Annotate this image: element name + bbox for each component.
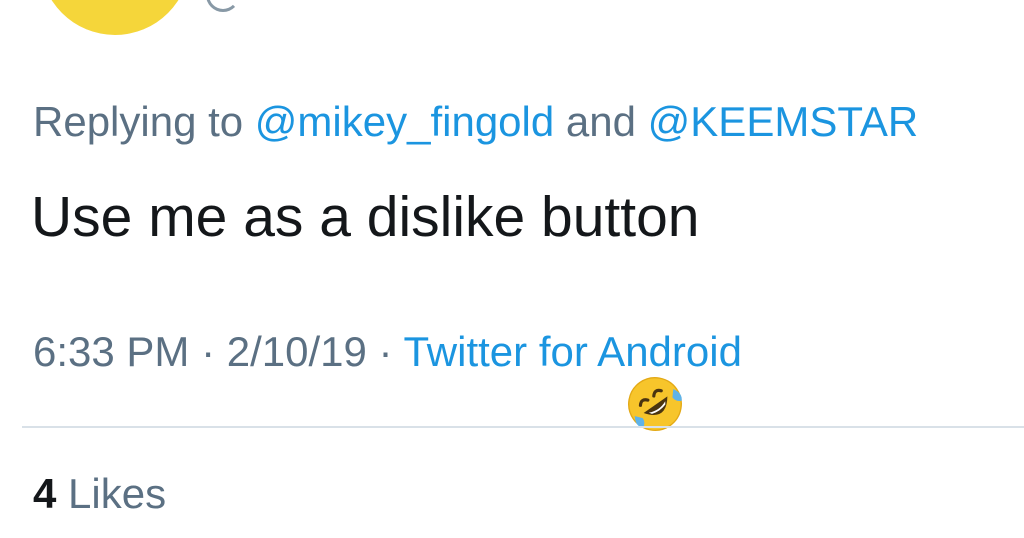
tweet-time: 6:33 PM	[33, 328, 190, 375]
likes-label: Likes	[56, 470, 167, 517]
likes-count: 4	[33, 470, 57, 517]
author-handle-fragment	[206, 0, 240, 12]
meta-separator: ·	[189, 328, 227, 375]
tweet-text: Use me as a dislike button	[31, 185, 700, 249]
mention-link-mikey-fingold[interactable]: @mikey_fingold	[255, 98, 554, 145]
mention-link-keemstar[interactable]: @KEEMSTAR	[648, 98, 919, 145]
divider	[22, 426, 1024, 428]
replying-to-label: Replying to	[33, 98, 255, 145]
replying-to-conjunction: and	[554, 98, 648, 145]
meta-separator: ·	[366, 328, 404, 375]
avatar[interactable]	[40, 0, 190, 35]
tweet-source-link[interactable]: Twitter for Android	[403, 328, 741, 375]
tweet-meta: 6:33 PM · 2/10/19 · Twitter for Android	[33, 328, 742, 376]
replying-to-line: Replying to @mikey_fingold and @KEEMSTAR	[33, 98, 918, 146]
likes-stat[interactable]: 4 Likes	[33, 470, 166, 518]
tweet-date: 2/10/19	[226, 328, 367, 375]
rolling-on-the-floor-laughing-icon	[628, 377, 682, 431]
